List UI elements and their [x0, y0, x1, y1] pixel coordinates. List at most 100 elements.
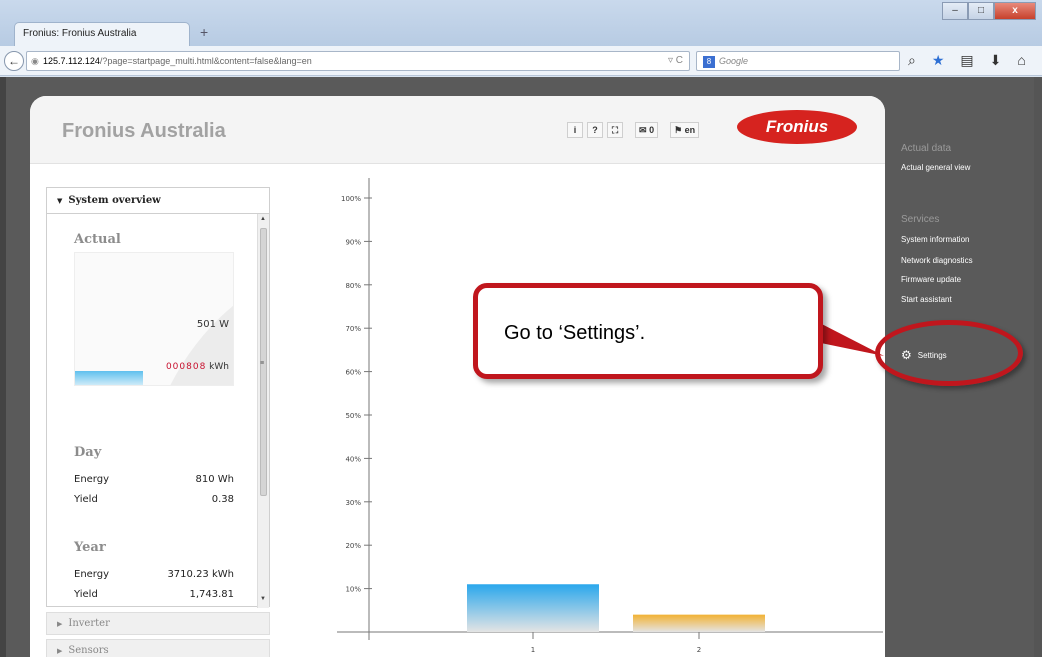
day-heading: Day — [74, 445, 102, 460]
day-energy-row: Energy 810 Wh — [74, 474, 234, 485]
y-tick-label: 70% — [345, 325, 361, 333]
language-label: en — [684, 125, 696, 135]
y-tick-label: 30% — [345, 499, 361, 507]
search-engine-icon[interactable]: 8 — [703, 56, 715, 68]
globe-icon: ◉ — [31, 56, 39, 66]
bar — [467, 584, 599, 632]
bookmark-star-icon[interactable]: ★ — [932, 52, 945, 69]
chart-svg: 100% 90% 80% 70% 60% 50% 40% 30% 20% 10% 1 2 — [337, 178, 883, 654]
energy-counter: 000808 kWh — [166, 362, 229, 372]
sensors-label: Sensors — [68, 645, 109, 656]
fullscreen-icon[interactable]: ⛶ — [607, 122, 623, 138]
caret-right-icon: ▶ — [57, 647, 63, 655]
actual-data-heading: Actual data — [901, 143, 952, 154]
gauge-fill — [75, 371, 143, 385]
page-title: Fronius Australia — [62, 120, 226, 142]
download-icon[interactable]: ⬇ — [990, 52, 1002, 69]
counter-unit: kWh — [209, 362, 229, 372]
system-overview-title: System overview — [68, 195, 161, 206]
scroll-down-icon[interactable]: ▼ — [260, 596, 266, 602]
row-label: Energy — [74, 474, 110, 485]
system-overview-header[interactable]: ▼ System overview — [47, 188, 269, 214]
language-button[interactable]: ⚑ en — [670, 122, 700, 138]
fronius-logo: Fronius — [737, 110, 857, 144]
panel-scrollbar[interactable]: ▲ ≡ ▼ — [257, 214, 269, 608]
sidebar-item-network-diagnostics[interactable]: Network diagnostics — [901, 256, 973, 265]
bar — [633, 614, 765, 632]
flag-icon: ⚑ — [674, 125, 683, 135]
new-tab-button[interactable]: + — [200, 24, 208, 40]
caret-down-icon: ▼ — [57, 196, 63, 205]
url-bar[interactable]: ◉ 125.7.112.124/?page=startpage_multi.ht… — [26, 51, 690, 71]
browser-tab-bar: Fronius: Fronius Australia + – □ x — [0, 0, 1042, 46]
row-label: Yield — [74, 589, 98, 600]
minimize-button[interactable]: – — [942, 2, 968, 20]
scroll-up-icon[interactable]: ▲ — [260, 216, 266, 222]
row-value: 0.38 — [211, 494, 234, 505]
row-label: Energy — [74, 569, 110, 580]
url-path: /?page=startpage_multi.html&content=fals… — [99, 56, 312, 66]
info-icon[interactable]: i — [567, 122, 583, 138]
actual-heading: Actual — [74, 232, 121, 247]
system-overview-panel: ▼ System overview ▲ ≡ ▼ Actual 501 W 0008… — [46, 187, 270, 608]
counter-digits: 000808 — [165, 362, 207, 372]
header-icons: i ? ⛶ ✉ 0 ⚑ en — [567, 122, 700, 138]
sidebar-item-firmware-update[interactable]: Firmware update — [901, 275, 961, 284]
sensors-section-header[interactable]: ▶ Sensors — [46, 639, 270, 657]
callout-text: Go to ‘Settings’. — [504, 322, 646, 344]
search-input[interactable]: 8 Google — [696, 51, 900, 71]
row-label: Yield — [74, 494, 98, 505]
settings-highlight-ellipse — [875, 320, 1023, 386]
day-yield-row: Yield 0.38 — [74, 494, 234, 505]
page-scrollbar[interactable] — [1034, 77, 1042, 657]
browser-toolbar-icons: ⌕ ★ ▤ ⬇ ⌂ ≡ — [908, 52, 1042, 69]
url-host: 125.7.112.124 — [43, 56, 100, 66]
y-tick-label: 90% — [345, 238, 361, 246]
caret-right-icon: ▶ — [57, 620, 63, 628]
window-controls: – □ x — [942, 2, 1036, 20]
sidebar-item-actual-general-view[interactable]: Actual general view — [901, 163, 970, 172]
mail-count: 0 — [649, 125, 655, 135]
browser-nav-bar: ← ◉ 125.7.112.124/?page=startpage_multi.… — [0, 46, 1042, 76]
help-icon[interactable]: ? — [587, 122, 603, 138]
page-left-edge — [0, 77, 6, 657]
year-energy-row: Energy 3710.23 kWh — [74, 569, 234, 580]
browser-tab[interactable]: Fronius: Fronius Australia — [14, 22, 190, 46]
x-tick-label: 2 — [697, 646, 701, 654]
home-icon[interactable]: ⌂ — [1017, 52, 1025, 69]
row-value: 810 Wh — [195, 474, 235, 485]
instruction-callout: Go to ‘Settings’. — [473, 283, 823, 379]
search-placeholder: Google — [719, 56, 749, 66]
y-tick-label: 60% — [345, 369, 361, 377]
y-tick-label: 20% — [345, 542, 361, 550]
y-tick-label: 50% — [345, 412, 361, 420]
bookmarks-icon[interactable]: ▤ — [960, 52, 973, 69]
grip-icon: ≡ — [260, 360, 265, 367]
production-chart: 100% 90% 80% 70% 60% 50% 40% 30% 20% 10% 1 2 — [292, 178, 885, 657]
x-tick-label: 1 — [531, 646, 535, 654]
back-button[interactable]: ← — [4, 51, 24, 71]
mail-icon: ✉ — [639, 125, 647, 135]
current-power: 501 W — [196, 319, 229, 330]
search-icon[interactable]: ⌕ — [908, 52, 916, 69]
card-header: Fronius Australia i ? ⛶ ✉ 0 ⚑ en Fronius — [30, 96, 885, 164]
y-tick-label: 100% — [341, 195, 361, 203]
sidebar-item-system-information[interactable]: System information — [901, 235, 969, 244]
row-value: 1,743.81 — [189, 589, 234, 600]
inverter-label: Inverter — [68, 618, 110, 629]
y-tick-label: 40% — [345, 455, 361, 463]
maximize-button[interactable]: □ — [968, 2, 994, 20]
year-yield-row: Yield 1,743.81 — [74, 589, 234, 600]
reload-icon[interactable]: ▿ C — [668, 55, 683, 66]
mail-button[interactable]: ✉ 0 — [635, 122, 659, 138]
close-window-button[interactable]: x — [994, 2, 1036, 20]
y-tick-label: 80% — [345, 282, 361, 290]
inverter-section-header[interactable]: ▶ Inverter — [46, 612, 270, 635]
y-tick-label: 10% — [345, 586, 361, 594]
power-gauge: 501 W 000808 kWh — [74, 252, 234, 386]
year-heading: Year — [74, 540, 106, 555]
tab-title: Fronius: Fronius Australia — [23, 28, 137, 39]
row-value: 3710.23 kWh — [167, 569, 234, 580]
services-heading: Services — [901, 214, 940, 225]
sidebar-item-start-assistant[interactable]: Start assistant — [901, 295, 952, 304]
